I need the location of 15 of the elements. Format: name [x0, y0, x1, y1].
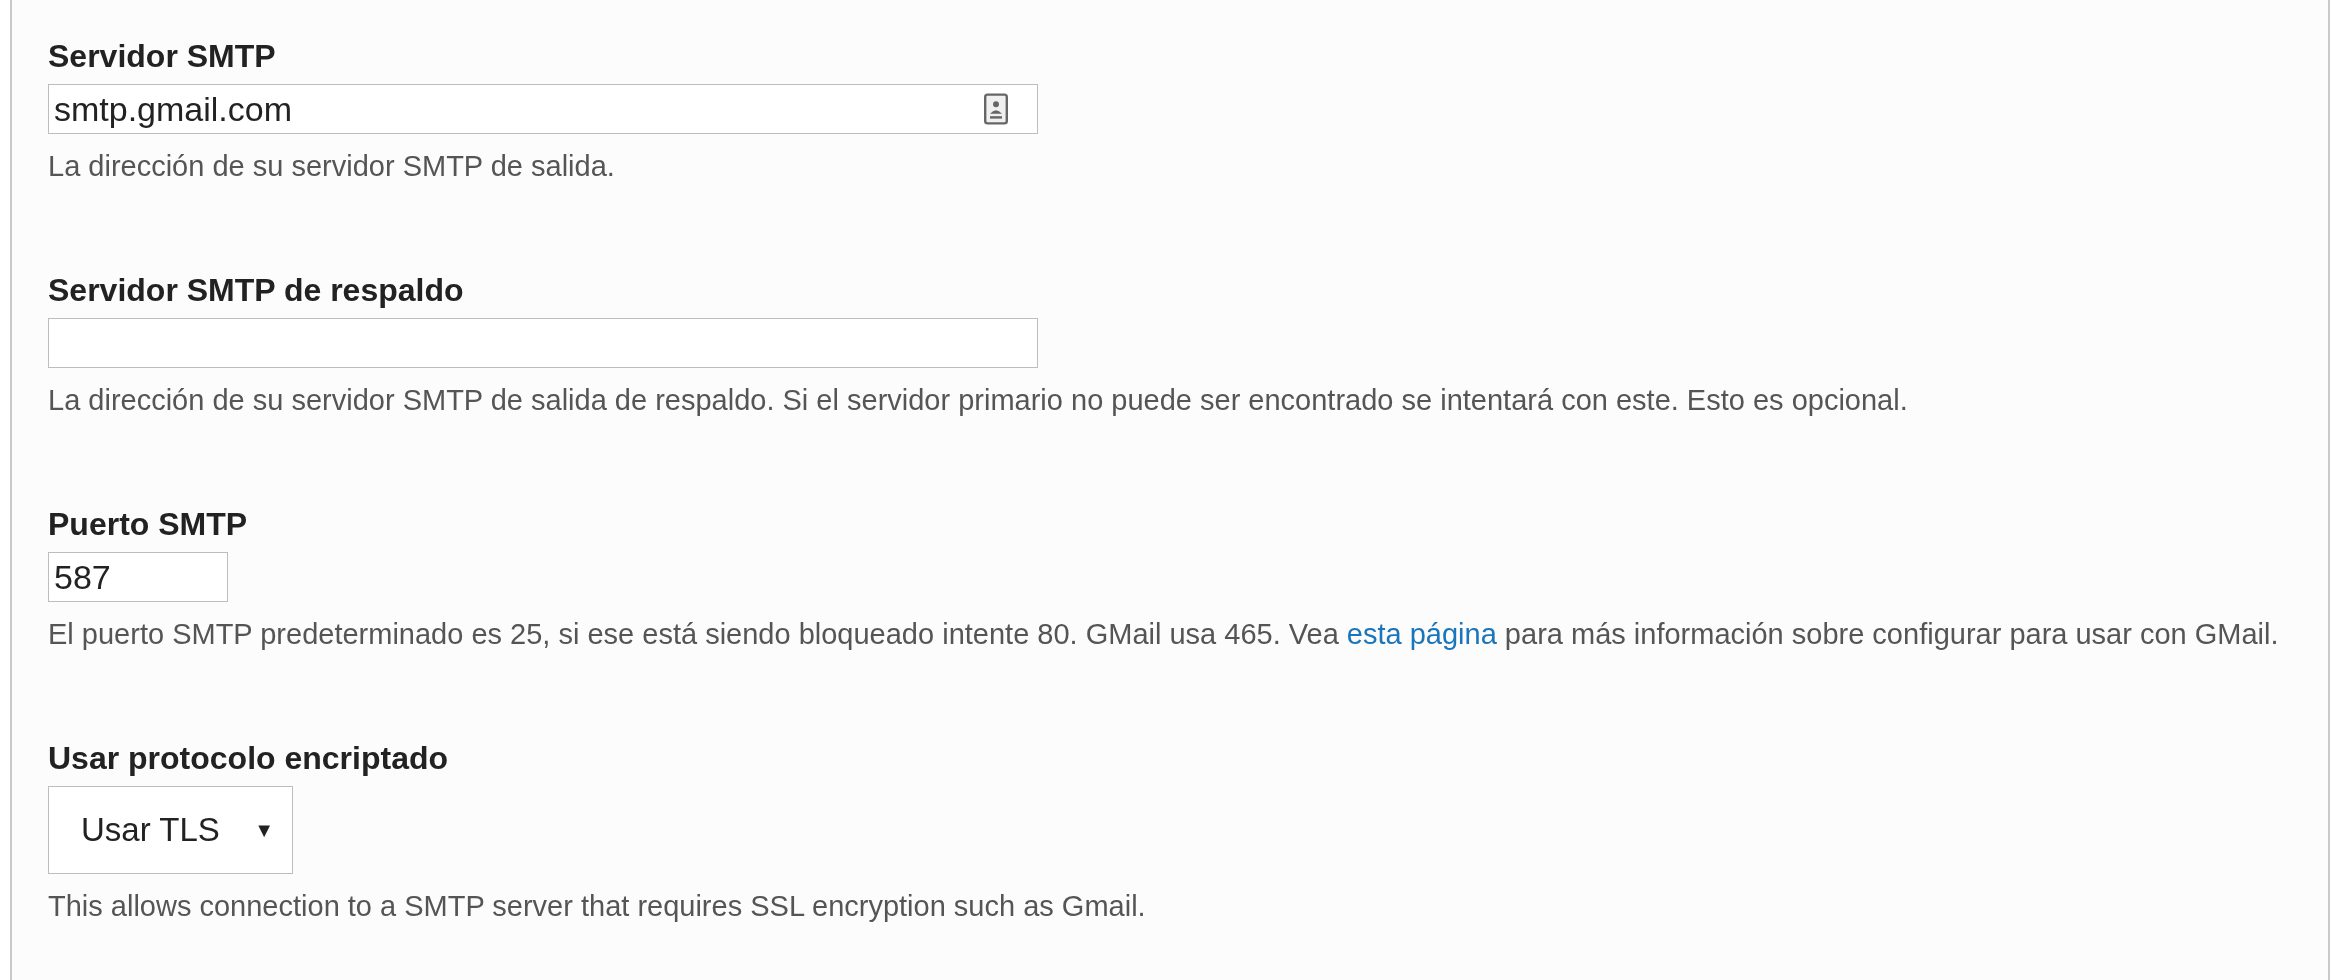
help-text: La dirección de su servidor SMTP de salida. [48, 149, 616, 184]
text-field[interactable] [48, 318, 1038, 368]
help-text: This allows connection to a SMTP server that requires SSL encryption such as Gmail. [48, 889, 1147, 924]
caret-icon: ▼ [254, 815, 274, 845]
field-label: Puerto SMTP [48, 505, 249, 544]
help-text: El puerto SMTP predeterminado es 25, si ese está siendo bloqueado intente 80. GMail usa 465. Vea esta página para más información sobre configurar para usar con GMail. [48, 617, 2280, 652]
page-link[interactable]: esta página [1346, 618, 1497, 650]
field-label: Servidor SMTP de respaldo [48, 271, 465, 310]
contact-card-icon[interactable] [984, 93, 1008, 125]
field-label: Servidor SMTP [48, 37, 277, 76]
text-field[interactable]: smtp.gmail.com [48, 84, 1038, 134]
dropdown[interactable]: Usar TLS ▼ [48, 786, 293, 874]
field-label: Usar protocolo encriptado [48, 739, 450, 778]
help-text: La dirección de su servidor SMTP de salida de respaldo. Si el servidor primario no puede ser encontrado se intentará con este. Esto es opcional. [48, 383, 1909, 418]
text-field[interactable]: 587 [48, 552, 228, 602]
